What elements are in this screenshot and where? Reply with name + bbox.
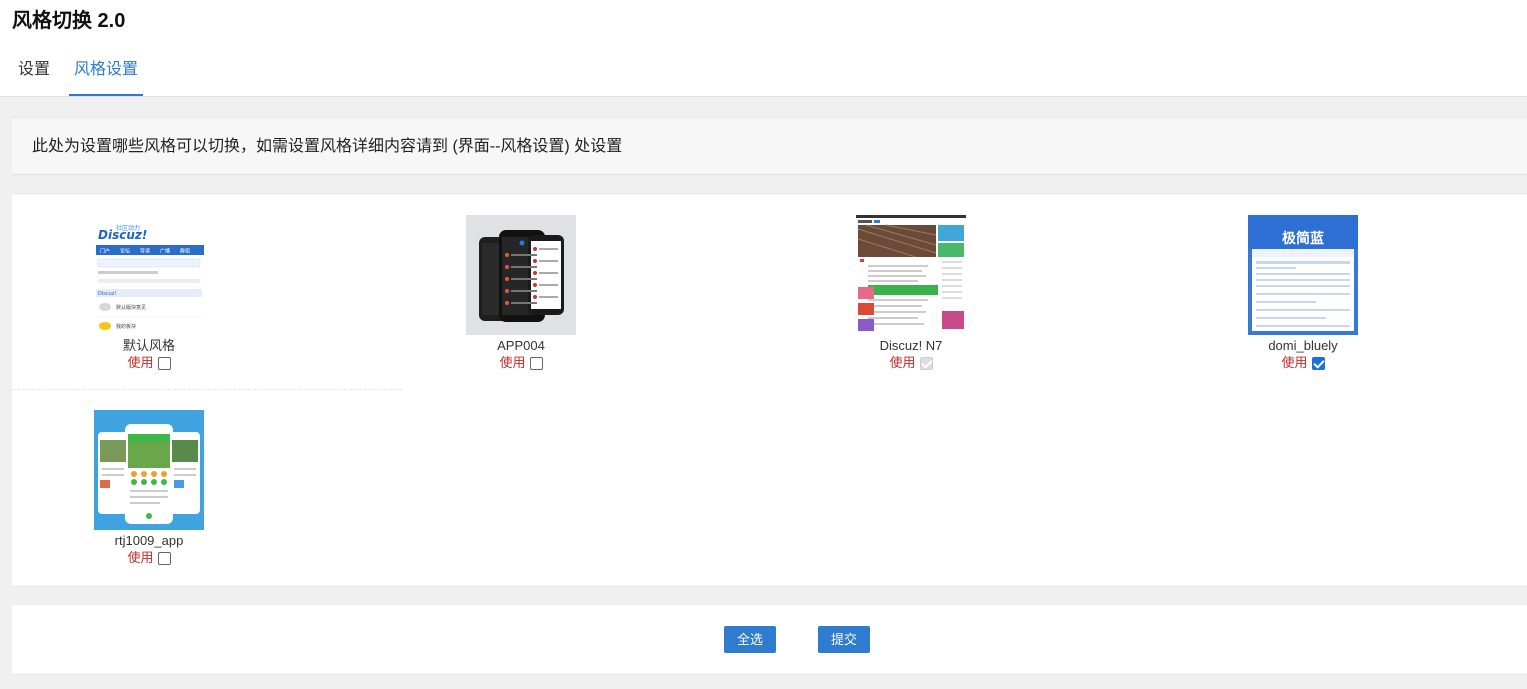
tab-style-settings[interactable]: 风格设置 — [69, 58, 143, 96]
style-item-rtj1009-app: rtj1009_app 使用 — [39, 410, 259, 567]
style-name: domi_bluely — [1268, 338, 1338, 353]
thumb-domi-banner: 极简蓝 — [1282, 230, 1324, 247]
thumb-forum2: 我的板块 — [116, 323, 136, 330]
use-checkbox-app004[interactable] — [529, 356, 543, 370]
use-label: 使用 — [889, 355, 916, 370]
select-all-button[interactable]: 全选 — [724, 626, 776, 653]
use-label: 使用 — [127, 355, 154, 370]
use-row: 使用 — [39, 549, 259, 567]
style-thumbnail-default: 社区动力 Discuz! 门户 论坛 导读 广播 群组 Discuz! 默认版块… — [94, 215, 204, 335]
page-title: 风格切换 2.0 — [12, 10, 126, 32]
thumb-forum1: 默认版块意见 — [116, 304, 146, 311]
style-item-app004: APP004 使用 — [411, 215, 631, 372]
use-row: 使用 — [1193, 354, 1413, 372]
style-list-panel: 社区动力 Discuz! 门户 论坛 导读 广播 群组 Discuz! 默认版块… — [12, 195, 1527, 585]
thumb-logo-text: Discuz! — [98, 228, 147, 242]
use-checkbox-rtj1009-app[interactable] — [157, 551, 171, 565]
use-label: 使用 — [1281, 355, 1308, 370]
notice-text: 此处为设置哪些风格可以切换，如需设置风格详细内容请到 (界面--风格设置) 处设… — [12, 117, 1527, 175]
thumb-nav-3: 广播 — [160, 248, 170, 255]
thumb-nav-4: 群组 — [180, 248, 190, 255]
use-checkbox-domi-bluely[interactable] — [1311, 356, 1325, 370]
style-thumbnail-rtj1009-app — [94, 410, 204, 530]
style-name: 默认风格 — [122, 338, 175, 353]
style-name: Discuz! N7 — [879, 338, 943, 353]
style-item-default: 社区动力 Discuz! 门户 论坛 导读 广播 群组 Discuz! 默认版块… — [39, 215, 259, 372]
action-bar: 全选 提交 — [12, 605, 1527, 673]
thumb-nav-2: 导读 — [140, 248, 150, 255]
thumb-section: Discuz! — [98, 291, 116, 297]
page-header: 风格切换 2.0 设置 风格设置 — [0, 0, 1527, 97]
style-item-discuz-n7: Discuz! N7 使用 — [801, 215, 1021, 372]
style-item-domi-bluely: 极简蓝 domi_bluely 使用 — [1193, 215, 1413, 372]
style-thumbnail-discuz-n7 — [856, 215, 966, 335]
style-thumbnail-app004 — [466, 215, 576, 335]
use-row: 使用 — [801, 354, 1021, 372]
use-label: 使用 — [127, 550, 154, 565]
style-thumbnail-domi-bluely: 极简蓝 — [1248, 215, 1358, 335]
thumb-nav-0: 门户 — [100, 248, 110, 255]
style-name: APP004 — [497, 338, 545, 353]
row-divider — [12, 389, 402, 390]
use-checkbox-default[interactable] — [157, 356, 171, 370]
use-checkbox-discuz-n7[interactable] — [919, 356, 933, 370]
thumb-nav-1: 论坛 — [120, 248, 130, 255]
submit-button[interactable]: 提交 — [818, 626, 870, 653]
use-row: 使用 — [411, 354, 631, 372]
use-row: 使用 — [39, 354, 259, 372]
style-name: rtj1009_app — [114, 533, 184, 548]
use-label: 使用 — [499, 355, 526, 370]
tab-settings[interactable]: 设置 — [18, 58, 50, 96]
